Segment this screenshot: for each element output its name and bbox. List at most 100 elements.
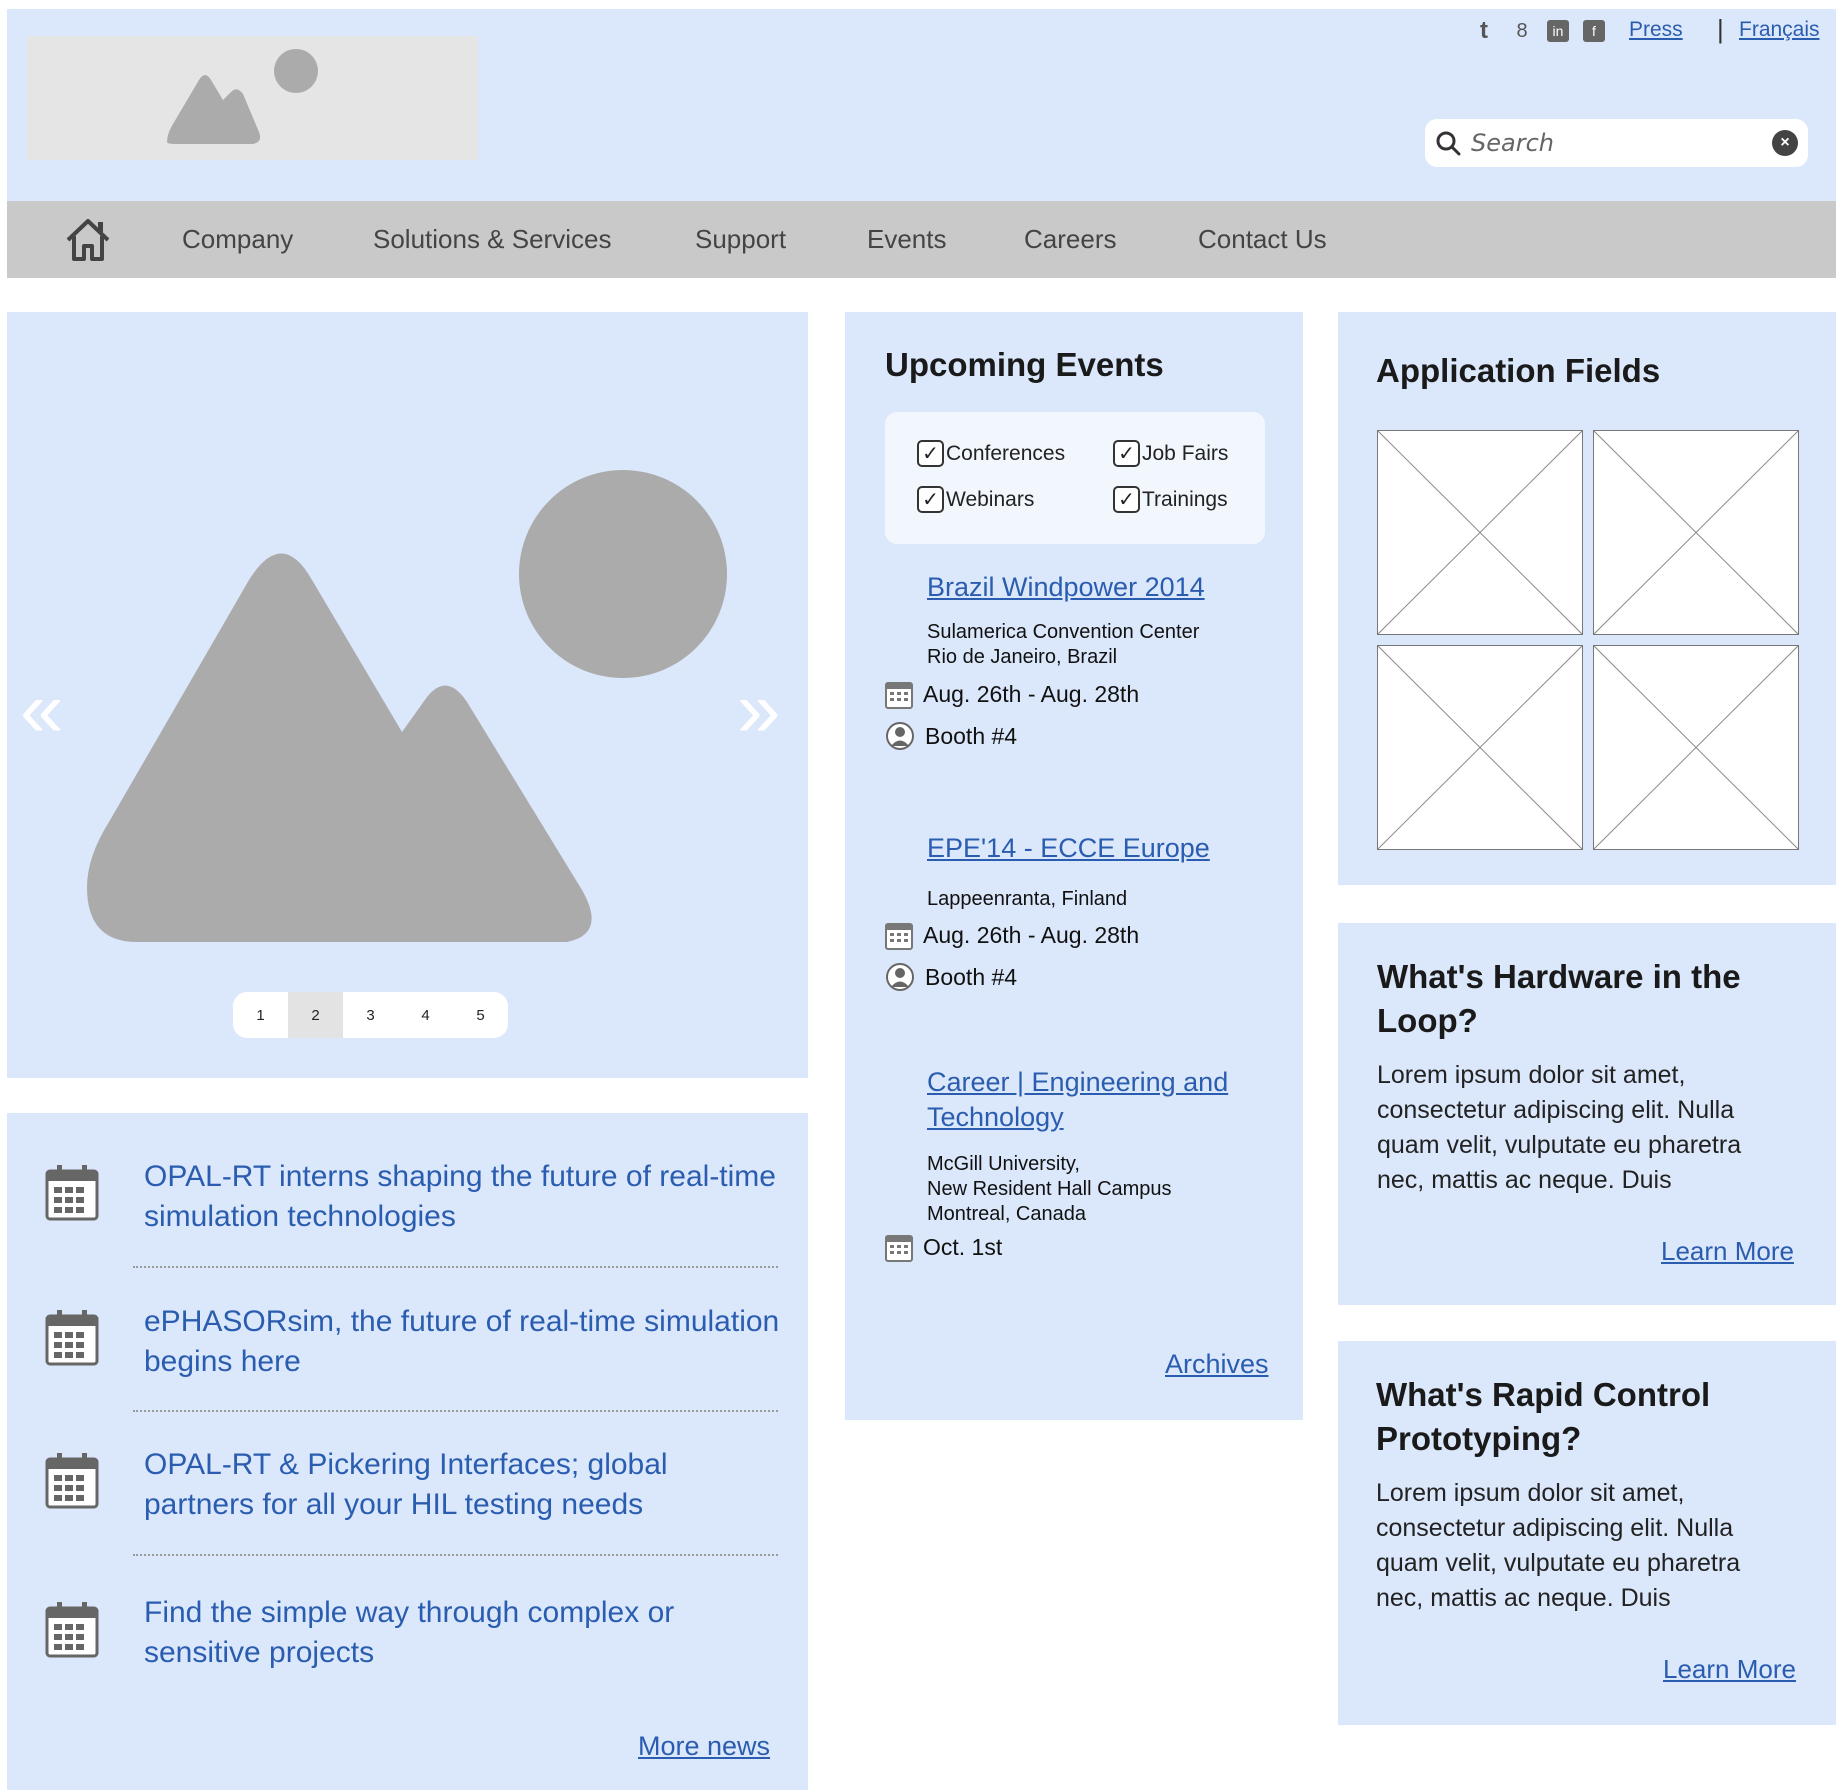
event-title-line: Career | Engineering and bbox=[927, 1067, 1229, 1097]
more-news-link[interactable]: More news bbox=[638, 1731, 770, 1762]
application-fields-panel: Application Fields bbox=[1338, 312, 1836, 885]
rcp-body-line: Lorem ipsum dolor sit amet, bbox=[1376, 1479, 1685, 1507]
linkedin-icon[interactable]: in bbox=[1547, 20, 1569, 42]
rcp-title-line: What's Rapid Control bbox=[1376, 1376, 1711, 1413]
hil-title: What's Hardware in the Loop? bbox=[1377, 955, 1741, 1043]
slider-prev-arrow[interactable]: « bbox=[20, 670, 63, 748]
rcp-body-line: consectetur adipiscing elit. Nulla bbox=[1376, 1514, 1734, 1542]
calendar-icon bbox=[45, 1453, 99, 1509]
slider-page-3[interactable]: 3 bbox=[343, 992, 398, 1038]
filter-label: Conferences bbox=[946, 441, 1066, 465]
nav-item-events[interactable]: Events bbox=[867, 201, 947, 278]
rcp-learn-more-link[interactable]: Learn More bbox=[1663, 1654, 1796, 1685]
calendar-icon bbox=[885, 1235, 913, 1262]
slider-page-4[interactable]: 4 bbox=[398, 992, 453, 1038]
nav-item-solutions-services[interactable]: Solutions & Services bbox=[373, 201, 611, 278]
hero-slider: « » 1 2 3 4 5 bbox=[7, 312, 808, 1078]
checkbox-checked-icon[interactable]: ✓ bbox=[917, 440, 944, 467]
event-title-link[interactable]: Brazil Windpower 2014 bbox=[927, 572, 1205, 603]
filter-conferences[interactable]: ✓ Conferences bbox=[917, 440, 1065, 467]
hil-body-line: consectetur adipiscing elit. Nulla bbox=[1377, 1096, 1735, 1124]
nav-item-contact-us[interactable]: Contact Us bbox=[1198, 201, 1327, 278]
event-booth-text: Booth #4 bbox=[925, 963, 1018, 990]
rcp-body-line: quam velit, vulputate eu pharetra bbox=[1376, 1549, 1741, 1577]
event-dates-text: Aug. 26th - Aug. 28th bbox=[923, 921, 1140, 948]
event-booth: Booth #4 bbox=[885, 962, 1017, 992]
event-title-link[interactable]: Career | Engineering and Technology bbox=[927, 1065, 1228, 1135]
event-location-line: Lappeenranta, Finland bbox=[927, 888, 1128, 910]
event-location-line: McGill University, bbox=[927, 1153, 1080, 1175]
news-item-title[interactable]: OPAL-RT & Pickering Interfaces; global p… bbox=[144, 1445, 784, 1525]
twitter-icon[interactable]: t bbox=[1471, 17, 1497, 44]
logo-placeholder[interactable] bbox=[27, 36, 478, 160]
main-nav: Company Solutions & Services Support Eve… bbox=[7, 201, 1836, 278]
nav-item-support[interactable]: Support bbox=[695, 201, 786, 278]
upcoming-events-title: Upcoming Events bbox=[885, 346, 1164, 383]
person-icon bbox=[886, 963, 914, 991]
calendar-icon bbox=[45, 1602, 99, 1658]
news-item-title[interactable]: ePHASORsim, the future of real-time simu… bbox=[144, 1302, 784, 1382]
calendar-icon bbox=[885, 682, 913, 709]
slider-page-2[interactable]: 2 bbox=[288, 992, 343, 1038]
search-input[interactable] bbox=[1471, 129, 1772, 157]
checkbox-checked-icon[interactable]: ✓ bbox=[1113, 486, 1140, 513]
rcp-title: What's Rapid Control Prototyping? bbox=[1376, 1373, 1710, 1461]
clear-search-icon[interactable]: × bbox=[1772, 130, 1798, 156]
top-links-separator: | bbox=[1717, 14, 1724, 44]
event-location-line: New Resident Hall Campus bbox=[927, 1178, 1172, 1200]
news-divider bbox=[133, 1266, 778, 1268]
slider-page-1[interactable]: 1 bbox=[233, 992, 288, 1038]
event-dates-text: Aug. 26th - Aug. 28th bbox=[923, 680, 1140, 707]
news-item-title[interactable]: OPAL-RT interns shaping the future of re… bbox=[144, 1157, 784, 1237]
calendar-icon bbox=[45, 1165, 99, 1221]
nav-item-company[interactable]: Company bbox=[182, 201, 293, 278]
slider-pagination: 1 2 3 4 5 bbox=[233, 992, 508, 1038]
slider-next-arrow[interactable]: » bbox=[737, 670, 780, 748]
checkbox-checked-icon[interactable]: ✓ bbox=[1113, 440, 1140, 467]
event-dates-text: Oct. 1st bbox=[923, 1233, 1003, 1260]
nav-item-careers[interactable]: Careers bbox=[1024, 201, 1116, 278]
event-location: Sulamerica Convention Center Rio de Jane… bbox=[927, 620, 1199, 670]
news-divider bbox=[133, 1554, 778, 1556]
language-link[interactable]: Français bbox=[1739, 18, 1820, 42]
filter-job-fairs[interactable]: ✓ Job Fairs bbox=[1113, 440, 1228, 467]
application-field-image[interactable] bbox=[1377, 645, 1583, 850]
event-filters: ✓ Conferences ✓ Job Fairs ✓ Webinars ✓ T… bbox=[885, 412, 1265, 544]
event-location-line: Sulamerica Convention Center bbox=[927, 621, 1200, 643]
application-field-image[interactable] bbox=[1593, 430, 1799, 635]
hil-learn-more-link[interactable]: Learn More bbox=[1661, 1236, 1794, 1267]
rcp-body: Lorem ipsum dolor sit amet, consectetur … bbox=[1376, 1476, 1740, 1616]
application-fields-title: Application Fields bbox=[1376, 352, 1661, 389]
google-plus-icon[interactable]: 8 bbox=[1509, 18, 1535, 44]
archives-link[interactable]: Archives bbox=[1165, 1349, 1269, 1380]
filter-webinars[interactable]: ✓ Webinars bbox=[917, 486, 1034, 513]
press-link[interactable]: Press bbox=[1629, 18, 1683, 42]
hil-title-line: What's Hardware in the bbox=[1377, 958, 1741, 995]
news-item-title[interactable]: Find the simple way through complex or s… bbox=[144, 1593, 784, 1673]
hil-body: Lorem ipsum dolor sit amet, consectetur … bbox=[1377, 1058, 1741, 1198]
event-dates: Aug. 26th - Aug. 28th bbox=[885, 920, 1139, 950]
event-location-line: Rio de Janeiro, Brazil bbox=[927, 646, 1118, 668]
slider-page-5[interactable]: 5 bbox=[453, 992, 508, 1038]
news-divider bbox=[133, 1410, 778, 1412]
news-panel: OPAL-RT interns shaping the future of re… bbox=[7, 1113, 808, 1790]
calendar-icon bbox=[45, 1310, 99, 1366]
filter-label: Trainings bbox=[1142, 487, 1228, 511]
home-icon[interactable] bbox=[64, 216, 112, 262]
event-title-link[interactable]: EPE'14 - ECCE Europe bbox=[927, 833, 1210, 864]
filter-label: Job Fairs bbox=[1142, 441, 1229, 465]
hil-panel: What's Hardware in the Loop? Lorem ipsum… bbox=[1338, 923, 1836, 1305]
filter-trainings[interactable]: ✓ Trainings bbox=[1113, 486, 1228, 513]
application-field-image[interactable] bbox=[1593, 645, 1799, 850]
facebook-icon[interactable]: f bbox=[1583, 20, 1605, 42]
checkbox-checked-icon[interactable]: ✓ bbox=[917, 486, 944, 513]
event-location: McGill University, New Resident Hall Cam… bbox=[927, 1152, 1172, 1227]
event-title-line: Technology bbox=[927, 1102, 1064, 1132]
slide-image-placeholder bbox=[87, 470, 727, 942]
search-icon bbox=[1436, 131, 1461, 156]
event-booth: Booth #4 bbox=[885, 721, 1017, 751]
filter-label: Webinars bbox=[946, 487, 1035, 511]
application-field-image[interactable] bbox=[1377, 430, 1583, 635]
rcp-panel: What's Rapid Control Prototyping? Lorem … bbox=[1338, 1341, 1836, 1725]
rcp-body-line: nec, mattis ac neque. Duis bbox=[1376, 1584, 1671, 1612]
